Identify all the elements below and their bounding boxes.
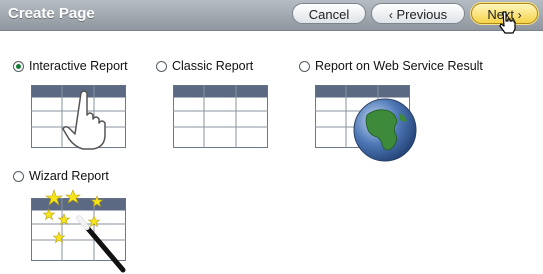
wizard-report-label: Wizard Report — [29, 169, 109, 183]
option-classic-report[interactable]: Classic Report — [155, 58, 285, 168]
option-web-service-report[interactable]: Report on Web Service Result — [298, 58, 498, 168]
classic-report-radio[interactable] — [156, 61, 167, 72]
chevron-left-icon: ‹ — [388, 8, 393, 22]
interactive-report-label: Interactive Report — [29, 59, 128, 73]
wizard-report-radio[interactable] — [13, 171, 24, 182]
cancel-button[interactable]: Cancel — [292, 3, 366, 24]
option-wizard-report[interactable]: Wizard Report — [12, 168, 152, 274]
wizard-header: Create Page Cancel ‹ Previous Next › — [0, 0, 543, 31]
option-interactive-report[interactable]: Interactive Report — [12, 58, 152, 168]
cancel-button-label: Cancel — [308, 7, 350, 22]
previous-button-label: Previous — [396, 7, 448, 22]
web-service-report-radio[interactable] — [299, 61, 310, 72]
previous-button[interactable]: ‹ Previous — [371, 3, 465, 24]
classic-report-label: Classic Report — [172, 59, 254, 73]
web-service-report-label: Report on Web Service Result — [315, 59, 483, 73]
interactive-report-radio[interactable] — [13, 61, 24, 72]
table-icon — [173, 85, 268, 148]
table-globe-icon — [315, 85, 417, 162]
hand-cursor-icon — [499, 11, 516, 34]
chevron-right-icon: › — [517, 8, 522, 22]
table-wand-icon — [31, 189, 126, 273]
page-title: Create Page — [8, 5, 95, 22]
table-hand-icon — [31, 85, 126, 150]
